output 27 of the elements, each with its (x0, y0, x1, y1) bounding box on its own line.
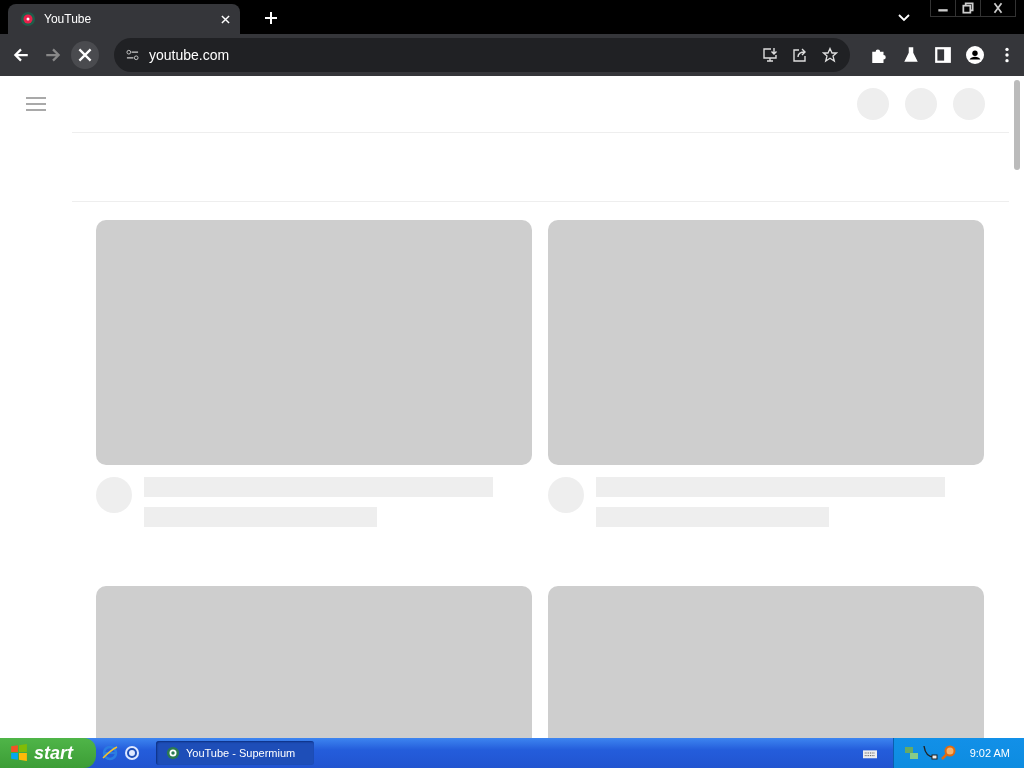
cable-icon[interactable] (921, 745, 938, 761)
favicon-icon (20, 11, 36, 27)
close-tab-icon[interactable] (221, 14, 230, 24)
clock: 9:02 AM (969, 747, 1010, 759)
site-settings-icon[interactable] (126, 49, 139, 61)
keyboard-icon[interactable] (862, 747, 877, 759)
star-icon[interactable] (822, 47, 838, 63)
scrollbar-thumb[interactable] (1014, 80, 1020, 170)
browser-tab[interactable]: YouTube (8, 4, 240, 34)
address-bar[interactable]: youtube.com (114, 38, 850, 72)
forward-icon[interactable] (44, 46, 62, 64)
stop-icon[interactable] (71, 41, 99, 69)
profile-icon[interactable] (966, 46, 984, 64)
install-icon[interactable] (762, 47, 778, 63)
share-icon[interactable] (792, 47, 808, 63)
browser-icon (166, 746, 180, 760)
taskbar-button[interactable]: YouTube - Supermium (156, 741, 314, 765)
windows-logo-icon (10, 744, 28, 762)
tab-title: YouTube (44, 12, 93, 26)
url-text: youtube.com (149, 47, 230, 63)
flask-icon[interactable] (902, 46, 920, 64)
new-tab-icon[interactable] (264, 11, 278, 25)
app-icon[interactable] (124, 745, 140, 761)
browser-icon[interactable] (102, 745, 118, 761)
side-panel-icon[interactable] (934, 46, 952, 64)
tab-search-icon[interactable] (898, 14, 910, 22)
back-icon[interactable] (12, 46, 30, 64)
